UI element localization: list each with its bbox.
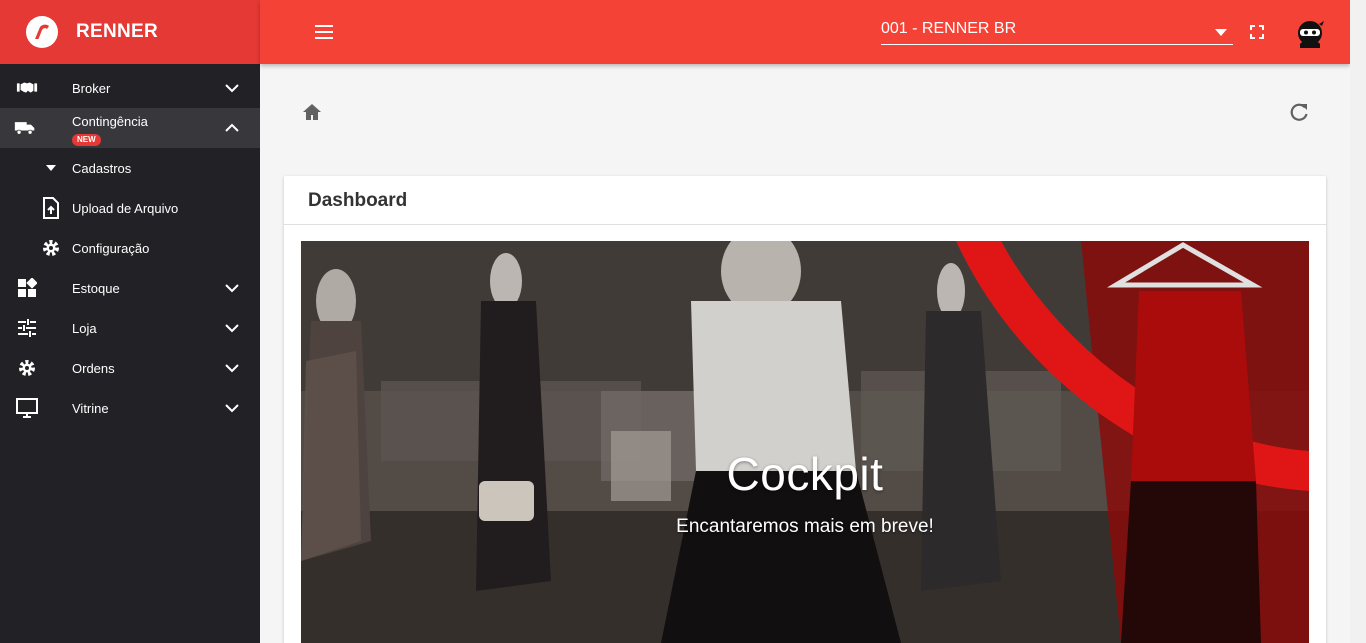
new-badge: NEW [72,134,101,146]
card-divider [284,224,1326,225]
brand-name: RENNER [76,21,159,42]
sidebar-item-label: Configuração [72,240,150,256]
renner-r-logo-icon [26,16,58,48]
chevron-down-icon[interactable] [222,398,242,418]
sidebar: RENNER Broker Contingência NEW Cadastros… [0,0,260,643]
sidebar-item-vitrine[interactable]: Vitrine [0,388,260,428]
sidebar-item-estoque[interactable]: Estoque [0,268,260,308]
chevron-down-icon[interactable] [222,78,242,98]
sidebar-item-contingencia[interactable]: Contingência NEW [0,108,260,148]
fullscreen-icon[interactable] [1247,22,1267,42]
cockpit-banner: Cockpit Encantaremos mais em breve! [301,241,1309,643]
sidebar-item-label: Cadastros [72,160,132,176]
file-upload-icon [40,197,62,219]
chevron-down-icon[interactable] [222,318,242,338]
truck-icon [14,117,36,139]
dashboard-icon [16,277,38,299]
monitor-icon [16,397,38,419]
store-background-image [301,241,1309,643]
sidebar-item-loja[interactable]: Loja [0,308,260,348]
banner-subtitle: Encantaremos mais em breve! [676,516,934,537]
ninja-avatar-icon[interactable] [1294,16,1326,48]
sidebar-item-upload-de-arquivo[interactable]: Upload de Arquivo [0,188,260,228]
sidebar-item-label: Ordens [72,360,115,376]
sidebar-item-broker[interactable]: Broker [0,68,260,108]
chevron-up-icon[interactable] [222,118,242,138]
sidebar-item-cadastros[interactable]: Cadastros [0,148,260,188]
home-icon[interactable] [301,101,323,123]
sliders-icon [16,317,38,339]
banner-title: Cockpit [726,448,884,500]
gear-icon [40,237,62,259]
sidebar-item-ordens[interactable]: Ordens [0,348,260,388]
chevron-down-icon[interactable] [222,278,242,298]
brand-header[interactable]: RENNER [0,0,260,64]
store-select[interactable]: 001 - RENNER BR [881,14,1233,45]
sidebar-item-label: Broker [72,80,111,96]
caret-down-icon [40,157,62,179]
hamburger-menu-icon[interactable] [312,20,336,44]
handshake-icon [16,77,38,99]
sidebar-item-label: Vitrine [72,400,109,416]
refresh-icon[interactable] [1288,101,1310,123]
sidebar-item-label: Contingência [72,114,148,129]
top-bar: 001 - RENNER BR [260,0,1350,64]
store-select-value: 001 - RENNER BR [881,20,1017,37]
sidebar-item-label: Loja [72,320,97,336]
card-title: Dashboard [308,190,408,211]
sidebar-item-label: Estoque [72,280,120,296]
scrollbar[interactable] [1350,0,1366,643]
sidebar-item-label: Upload de Arquivo [72,200,179,216]
caret-down-icon [1215,23,1227,41]
chevron-down-icon[interactable] [222,358,242,378]
sidebar-item-configuracao[interactable]: Configuração [0,228,260,268]
gear-icon [16,357,38,379]
